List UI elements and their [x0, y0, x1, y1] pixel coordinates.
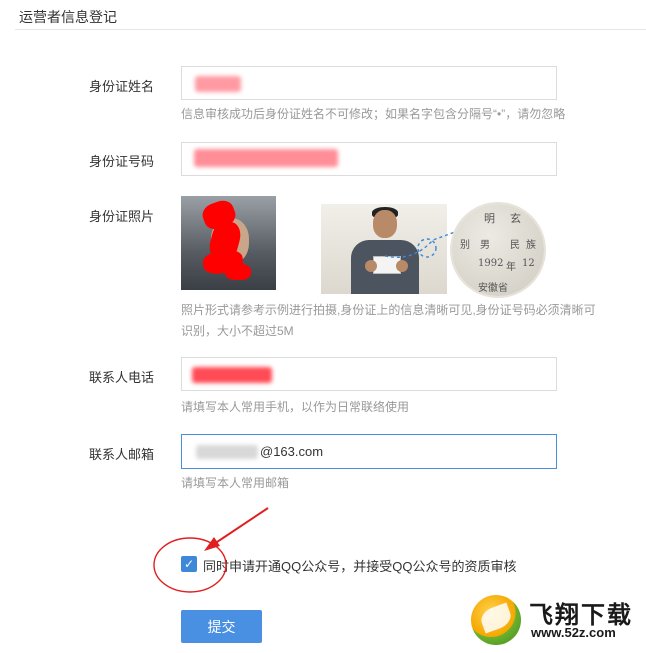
- watermark-url: www.52z.com: [531, 625, 616, 640]
- zoom-text: 族: [526, 240, 536, 251]
- id-photo-hint: 照片形式请参考示例进行拍摄,身份证上的信息清晰可见,身份证号码必须清晰可 识别，…: [181, 301, 596, 340]
- email-domain: @163.com: [260, 444, 324, 459]
- zoom-text: 12: [522, 258, 535, 269]
- redacted-id-number: [194, 149, 338, 167]
- contact-email-input[interactable]: @163.com: [181, 434, 557, 469]
- watermark-logo: 飞翔下载 www.52z.com: [471, 593, 643, 649]
- id-photo-hint-line1: 照片形式请参考示例进行拍摄,身份证上的信息清晰可见,身份证号码必须清晰可: [181, 303, 596, 317]
- uploaded-id-photo[interactable]: [181, 196, 276, 290]
- zoom-text: 年: [506, 262, 516, 273]
- contact-phone-label: 联系人电话: [89, 370, 155, 385]
- zoom-text: 玄: [510, 212, 521, 225]
- zoom-text: 安徽省: [478, 283, 508, 294]
- contact-email-hint: 请填写本人常用邮箱: [181, 476, 290, 490]
- section-title: 运营者信息登记: [19, 9, 117, 25]
- redacted-phone: [192, 367, 272, 383]
- id-photo-hint-line2: 识别，大小不超过5M: [181, 324, 294, 338]
- arrow-icon: [204, 507, 269, 551]
- id-name-label: 身份证姓名: [89, 79, 155, 94]
- contact-phone-hint: 请填写本人常用手机，以作为日常联络使用: [181, 400, 410, 414]
- section-divider: [15, 29, 646, 30]
- id-number-input[interactable]: [181, 142, 557, 176]
- contact-email-label: 联系人邮箱: [89, 447, 155, 462]
- submit-button[interactable]: 提交: [181, 610, 262, 643]
- id-photo-label: 身份证照片: [89, 209, 155, 224]
- sample-zoom-circle: 明 玄 别 男 民 族 1992 年 12 安徽省: [452, 204, 544, 296]
- agreement-label[interactable]: 同时申请开通QQ公众号，并接受QQ公众号的资质审核: [203, 556, 516, 575]
- zoom-text: 民: [510, 240, 520, 251]
- zoom-text: 1992: [478, 258, 504, 269]
- zoom-text: 明: [484, 212, 495, 225]
- id-name-input[interactable]: [181, 66, 557, 100]
- contact-phone-input[interactable]: [181, 357, 557, 391]
- zoom-text: 男: [480, 240, 490, 251]
- redacted-name: [195, 76, 241, 92]
- zoom-connector: [384, 231, 456, 258]
- id-number-label: 身份证号码: [89, 154, 155, 169]
- redacted-email-user: [196, 445, 258, 459]
- zoom-text: 别: [460, 240, 470, 251]
- id-name-hint: 信息审核成功后身份证姓名不可修改；如果名字包含分隔号“•”，请勿忽略: [181, 107, 566, 121]
- agreement-checkbox[interactable]: ✓: [181, 556, 197, 572]
- check-icon: ✓: [183, 557, 195, 571]
